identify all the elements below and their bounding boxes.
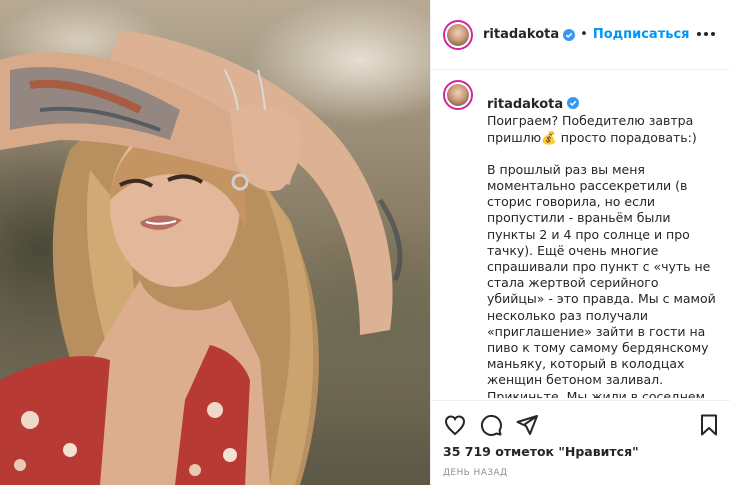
instagram-post: ritadakota • Подписаться ritadakota Поиг… [0, 0, 730, 485]
caption-body: ritadakota Поиграем? Победителю завтра п… [487, 80, 717, 398]
post-sidebar: ritadakota • Подписаться ritadakota Поиг… [430, 0, 730, 485]
avatar[interactable] [443, 19, 473, 50]
action-icons [443, 413, 721, 441]
likes-count[interactable]: 35 719 отметок "Нравится" [443, 444, 639, 459]
separator-dot: • [580, 27, 588, 42]
caption-lead: Поиграем? Победителю завтра пришлю💰 прос… [487, 113, 697, 145]
post-photo[interactable] [0, 0, 430, 485]
photo-illustration [0, 30, 403, 485]
actions-section: 35 719 отметок "Нравится" ДЕНЬ НАЗАД [431, 400, 730, 486]
post-date[interactable]: ДЕНЬ НАЗАД [443, 468, 507, 478]
caption-username[interactable]: ritadakota [487, 97, 563, 112]
share-icon[interactable] [515, 413, 539, 437]
more-icon[interactable] [696, 24, 716, 44]
verified-icon [563, 28, 576, 41]
comment-icon[interactable] [479, 413, 503, 437]
heart-icon[interactable] [443, 413, 467, 437]
follow-button[interactable]: Подписаться [593, 27, 690, 42]
caption-text: В прошлый раз вы меня моментально рассек… [487, 161, 716, 398]
username[interactable]: ritadakota [483, 27, 559, 42]
bookmark-icon[interactable] [697, 413, 721, 437]
caption: ritadakota Поиграем? Победителю завтра п… [443, 80, 723, 398]
caption-avatar[interactable] [443, 80, 473, 110]
post-header: ritadakota • Подписаться [431, 0, 730, 70]
verified-icon [567, 97, 580, 110]
